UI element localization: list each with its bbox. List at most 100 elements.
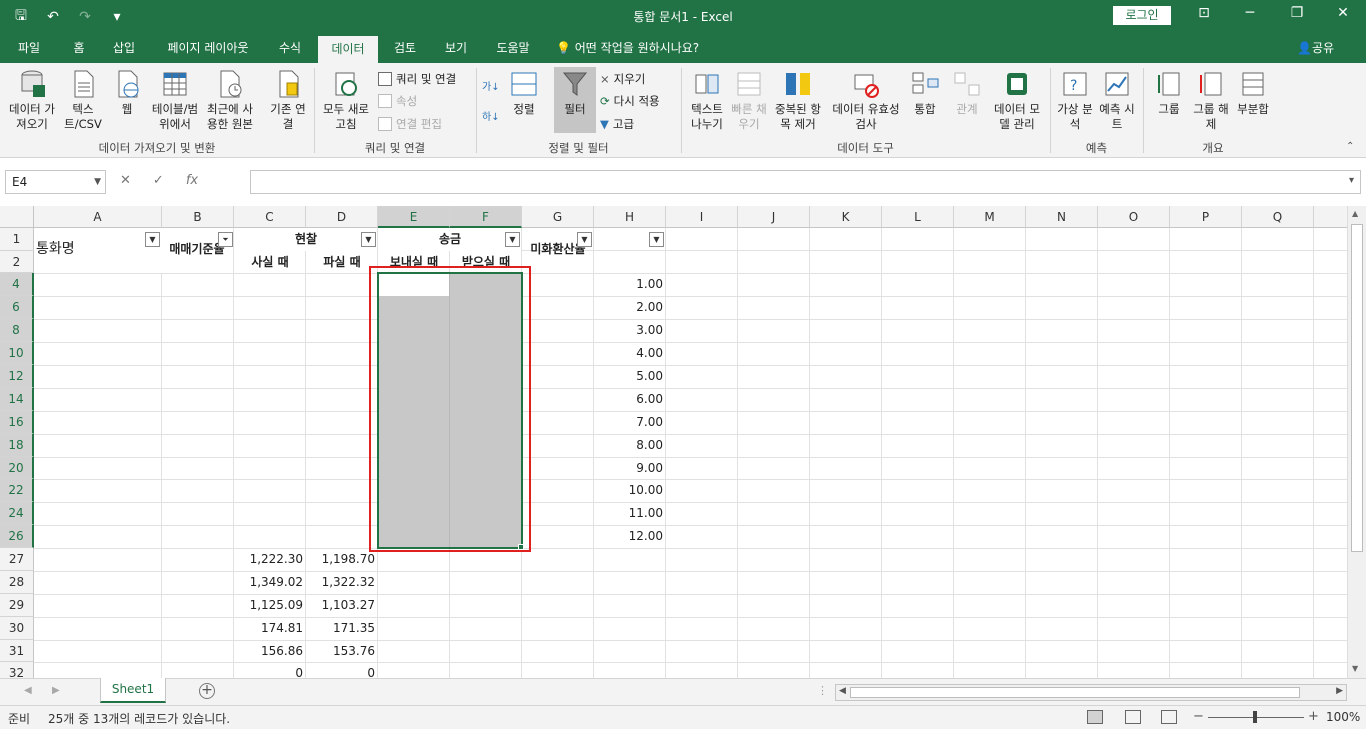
row-header-6[interactable]: 6 xyxy=(0,296,34,319)
sort-ascending-button[interactable]: 가↓ xyxy=(482,75,500,95)
remove-duplicates-button[interactable]: 중복된 항목 제거 xyxy=(771,69,825,132)
refresh-all-button[interactable]: 모두 새로 고침 xyxy=(318,69,374,132)
filter-dropdown-a[interactable]: ▼ xyxy=(145,232,160,247)
column-header-g[interactable]: G xyxy=(522,206,594,228)
cell-d31[interactable]: 153.76 xyxy=(306,640,378,662)
from-table-button[interactable]: 테이블/범위에서 xyxy=(150,69,200,132)
cell-d29[interactable]: 1,103.27 xyxy=(306,594,378,616)
row-header-32[interactable]: 32 xyxy=(0,662,34,678)
formula-input[interactable]: ▾ xyxy=(250,170,1361,194)
what-if-button[interactable]: ? 가상 분석 xyxy=(1056,69,1094,132)
select-all-corner[interactable] xyxy=(0,206,34,228)
enter-icon[interactable]: ✓ xyxy=(153,173,164,188)
column-header-n[interactable]: N xyxy=(1026,206,1098,228)
previous-sheet-icon[interactable]: ◀ xyxy=(24,685,32,696)
row-header-1[interactable]: 1 xyxy=(0,228,34,251)
column-header-p[interactable]: P xyxy=(1170,206,1242,228)
row-header-20[interactable]: 20 xyxy=(0,457,34,479)
zoom-in-icon[interactable]: + xyxy=(1308,709,1319,724)
column-header-k[interactable]: K xyxy=(810,206,882,228)
tab-file[interactable]: 파일 xyxy=(6,33,52,63)
cell-c27[interactable]: 1,222.30 xyxy=(234,548,306,570)
tab-home[interactable]: 홈 xyxy=(62,33,96,63)
cell-h26[interactable]: 12.00 xyxy=(594,525,666,547)
cell-d28[interactable]: 1,322.32 xyxy=(306,571,378,593)
scroll-left-icon[interactable]: ◀ xyxy=(839,686,846,696)
cell-h6[interactable]: 2.00 xyxy=(594,296,666,318)
cell-h4[interactable]: 1.00 xyxy=(594,273,666,295)
column-header-j[interactable]: J xyxy=(738,206,810,228)
column-header-o[interactable]: O xyxy=(1098,206,1170,228)
tab-data[interactable]: 데이터 xyxy=(318,36,378,63)
row-header-29[interactable]: 29 xyxy=(0,594,34,617)
share-button[interactable]: 👤공유 xyxy=(1297,33,1334,63)
row-header-2[interactable]: 2 xyxy=(0,251,34,273)
insert-function-icon[interactable]: fx xyxy=(186,173,198,188)
data-model-button[interactable]: 데이터 모델 관리 xyxy=(990,69,1044,132)
tab-formulas[interactable]: 수식 xyxy=(270,33,310,63)
filter-dropdown-d[interactable]: ▼ xyxy=(361,232,376,247)
sheet-tab-sheet1[interactable]: Sheet1 xyxy=(100,678,166,703)
column-header-m[interactable]: M xyxy=(954,206,1026,228)
group-button[interactable]: 그룹 xyxy=(1150,69,1188,117)
cell-d30[interactable]: 171.35 xyxy=(306,617,378,639)
next-sheet-icon[interactable]: ▶ xyxy=(52,685,60,696)
filter-dropdown-h[interactable]: ▼ xyxy=(649,232,664,247)
row-header-12[interactable]: 12 xyxy=(0,365,34,388)
column-header-e[interactable]: E xyxy=(378,206,450,228)
vertical-scroll-thumb[interactable] xyxy=(1351,224,1363,552)
cell-h20[interactable]: 9.00 xyxy=(594,457,666,479)
collapse-ribbon-icon[interactable]: ⌃ xyxy=(1346,141,1354,152)
tell-me-box[interactable]: 💡 어떤 작업을 원하시나요? xyxy=(556,33,699,63)
reapply-button[interactable]: ⟳ 다시 적용 xyxy=(600,91,660,111)
row-header-14[interactable]: 14 xyxy=(0,388,34,411)
horizontal-scroll-thumb[interactable] xyxy=(850,687,1300,698)
minimize-icon[interactable]: ─ xyxy=(1235,5,1265,21)
clear-filter-button[interactable]: ⨯ 지우기 xyxy=(600,69,645,89)
page-break-view-icon[interactable] xyxy=(1161,710,1177,724)
cell-c32[interactable]: 0 xyxy=(234,662,306,678)
flash-fill-button[interactable]: 빠른 채우기 xyxy=(730,69,768,132)
row-header-8[interactable]: 8 xyxy=(0,319,34,342)
add-sheet-icon[interactable]: + xyxy=(199,683,215,699)
column-header-f[interactable]: F xyxy=(450,206,522,228)
tab-view[interactable]: 보기 xyxy=(437,33,475,63)
tab-review[interactable]: 검토 xyxy=(386,33,424,63)
splitter-handle-icon[interactable]: ⋮ xyxy=(817,684,828,697)
cell-h14[interactable]: 6.00 xyxy=(594,388,666,410)
row-header-24[interactable]: 24 xyxy=(0,502,34,525)
tab-insert[interactable]: 삽입 xyxy=(104,33,144,63)
existing-connections-button[interactable]: 기존 연결 xyxy=(268,69,308,132)
sort-button[interactable]: 정렬 xyxy=(507,69,541,117)
column-header-l[interactable]: L xyxy=(882,206,954,228)
ribbon-display-options-icon[interactable]: ⊡ xyxy=(1189,5,1219,21)
column-header-d[interactable]: D xyxy=(306,206,378,228)
filter-dropdown-b-active[interactable]: ⏷ xyxy=(218,232,233,247)
cell-d27[interactable]: 1,198.70 xyxy=(306,548,378,570)
page-layout-view-icon[interactable] xyxy=(1125,710,1141,724)
filter-button[interactable]: 필터 xyxy=(554,67,596,133)
cell-h18[interactable]: 8.00 xyxy=(594,434,666,456)
restore-icon[interactable]: ❐ xyxy=(1282,5,1312,21)
cancel-icon[interactable]: ✕ xyxy=(120,173,131,188)
close-icon[interactable]: ✕ xyxy=(1328,5,1358,21)
row-header-30[interactable]: 30 xyxy=(0,617,34,640)
row-header-28[interactable]: 28 xyxy=(0,571,34,594)
name-box[interactable]: E4 ▼ xyxy=(5,170,106,194)
cell-h8[interactable]: 3.00 xyxy=(594,319,666,341)
column-header-c[interactable]: C xyxy=(234,206,306,228)
login-button[interactable]: 로그인 xyxy=(1113,6,1171,25)
column-header-a[interactable]: A xyxy=(34,206,162,228)
normal-view-icon[interactable] xyxy=(1087,710,1103,724)
cell-h22[interactable]: 10.00 xyxy=(594,479,666,501)
scroll-right-icon[interactable]: ▶ xyxy=(1336,686,1343,696)
horizontal-scrollbar[interactable]: ◀ ▶ xyxy=(835,684,1347,701)
forecast-sheet-button[interactable]: 예측 시트 xyxy=(1098,69,1136,132)
subtotal-button[interactable]: 부분합 xyxy=(1234,69,1272,117)
chevron-down-icon[interactable]: ▼ xyxy=(94,171,101,193)
row-header-27[interactable]: 27 xyxy=(0,548,34,571)
row-header-26[interactable]: 26 xyxy=(0,525,34,548)
row-header-16[interactable]: 16 xyxy=(0,411,34,434)
data-validation-button[interactable]: 데이터 유효성 검사 xyxy=(828,69,904,132)
cell-h24[interactable]: 11.00 xyxy=(594,502,666,524)
